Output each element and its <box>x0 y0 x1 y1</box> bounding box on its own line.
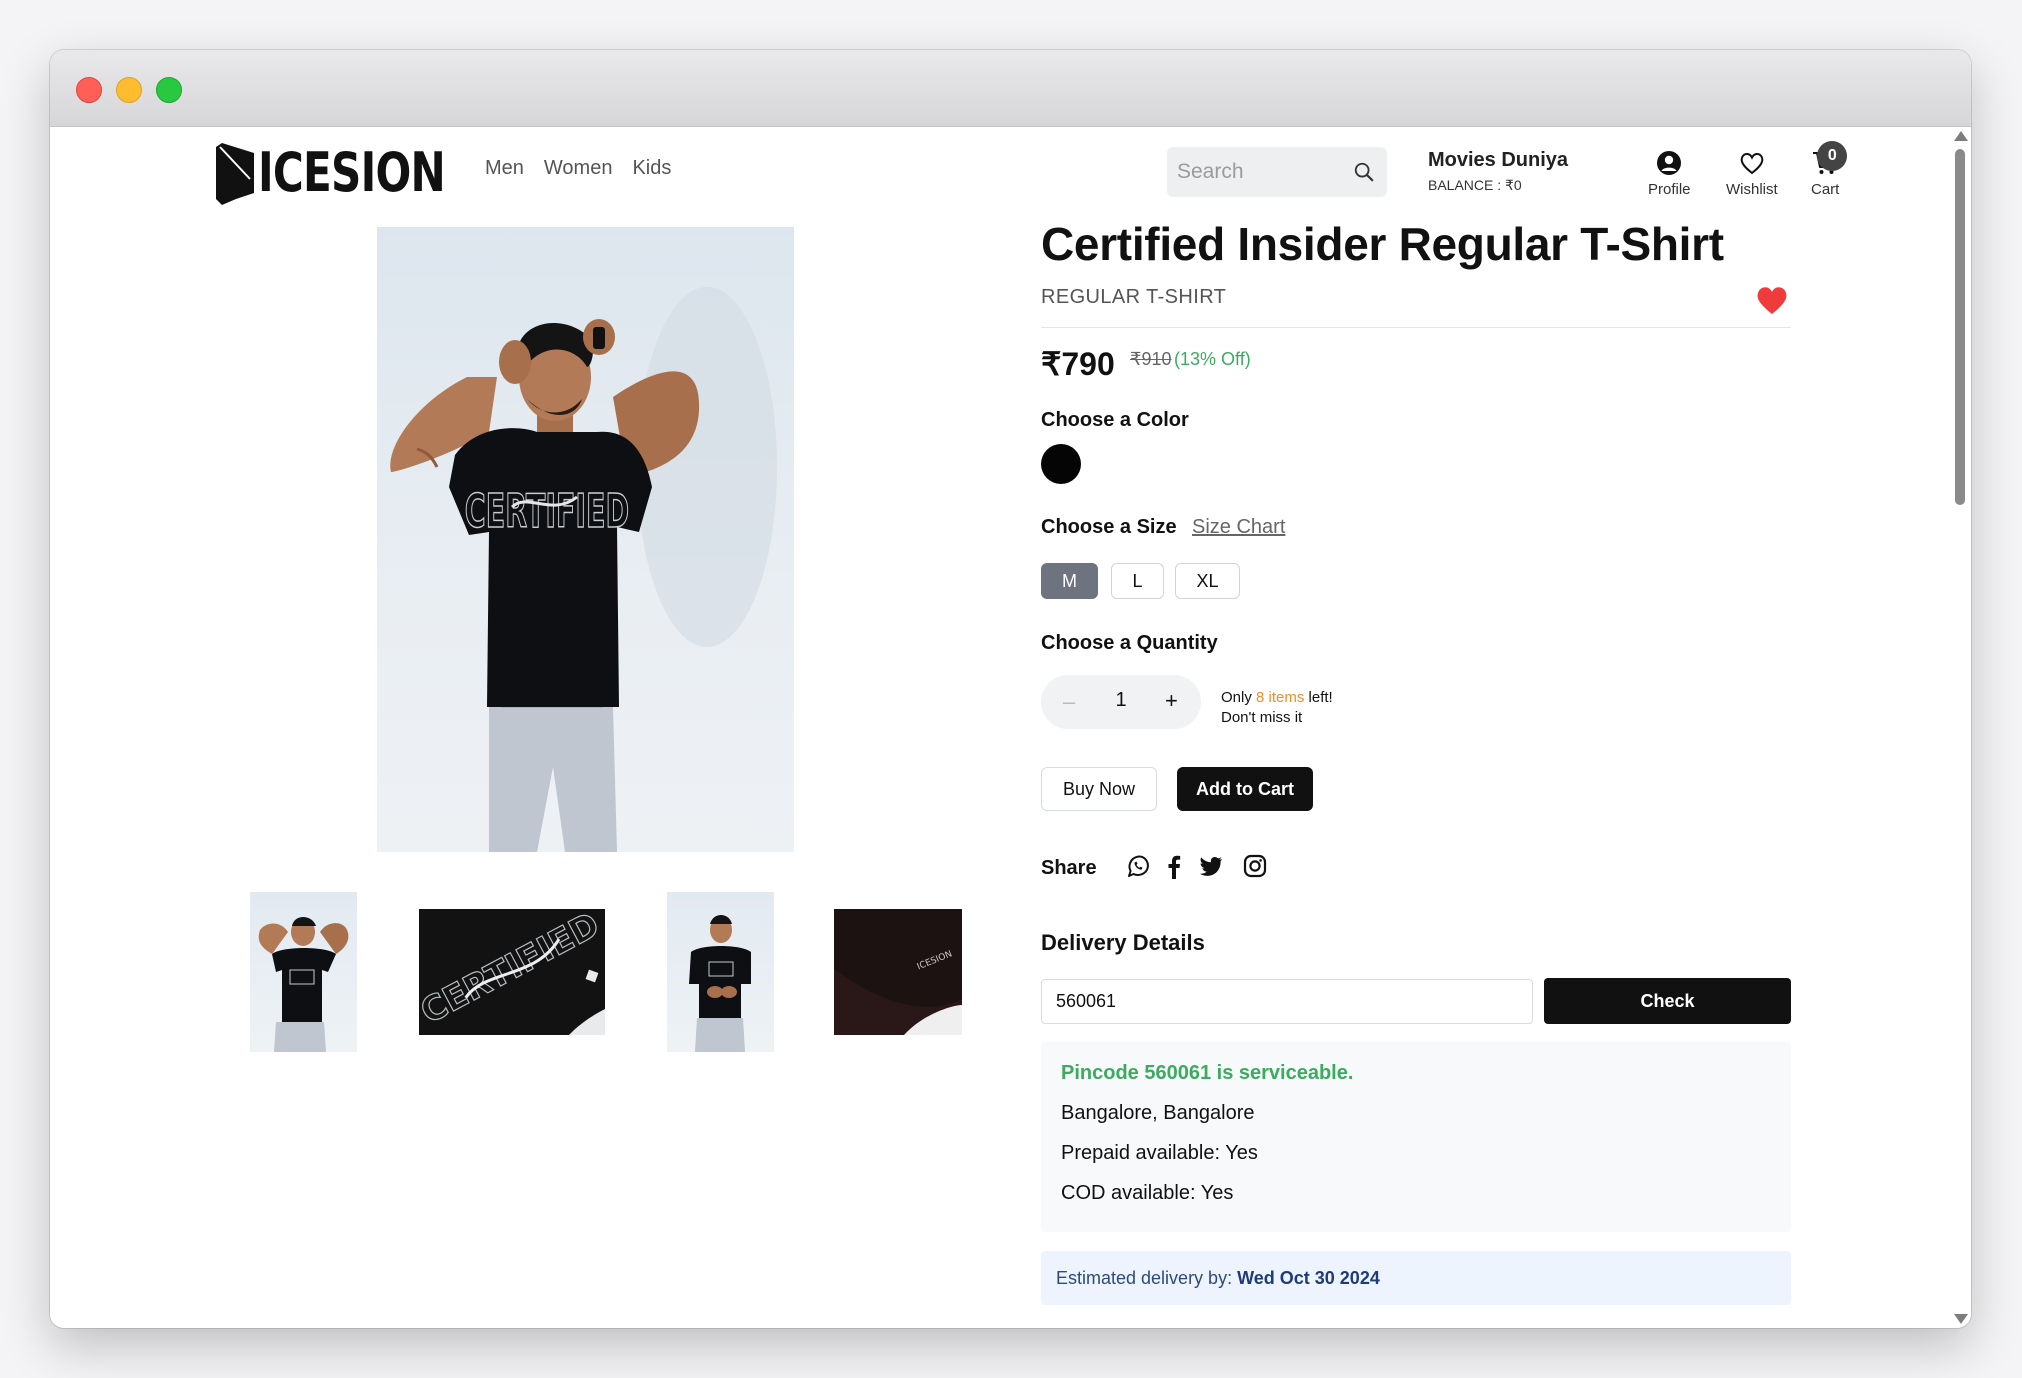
thumbnail-4[interactable]: ICESION <box>834 909 962 1035</box>
wishlist-button[interactable]: Wishlist <box>1726 149 1778 198</box>
discount-percent: (13% Off) <box>1174 349 1251 369</box>
quantity-stepper: – 1 + <box>1041 675 1201 729</box>
thumbnail-2[interactable]: CERTIFIED <box>419 909 605 1035</box>
size-chart-link[interactable]: Size Chart <box>1192 516 1285 539</box>
prepaid-availability: Prepaid available: Yes <box>1061 1142 1258 1164</box>
add-to-cart-button[interactable]: Add to Cart <box>1177 767 1313 811</box>
title-bar <box>50 50 1971 127</box>
maximize-window-button[interactable] <box>156 77 182 103</box>
scroll-up-arrow-icon[interactable] <box>1954 131 1968 141</box>
facebook-icon[interactable] <box>1161 853 1187 879</box>
delivery-city: Bangalore, Bangalore <box>1061 1102 1255 1124</box>
stock-count: 8 items <box>1256 689 1305 706</box>
thumbnail-photo <box>258 917 349 1052</box>
brand-name: ICESION <box>258 140 446 204</box>
estimated-delivery-banner: Estimated delivery by: Wed Oct 30 2024 <box>1041 1251 1791 1305</box>
cod-availability: COD available: Yes <box>1061 1182 1234 1204</box>
nav-women[interactable]: Women <box>544 157 613 180</box>
user-account-summary: Movies Duniya BALANCE : ₹0 <box>1428 149 1568 194</box>
color-label: Choose a Color <box>1041 409 1189 431</box>
profile-button[interactable]: Profile <box>1648 149 1691 198</box>
product-subtitle: REGULAR T-SHIRT <box>1041 286 1227 308</box>
quantity-increase-button[interactable]: + <box>1165 688 1178 714</box>
thumbnail-label-closeup: ICESION <box>834 909 962 1035</box>
main-product-image[interactable]: CERTIFIED <box>377 227 794 852</box>
quantity-value: 1 <box>1115 689 1127 711</box>
thumbnail-1[interactable] <box>250 892 357 1052</box>
stock-urgency-note: Don't miss it <box>1221 709 1303 726</box>
whatsapp-icon[interactable] <box>1125 853 1151 879</box>
serviceable-status: Pincode 560061 is serviceable. <box>1061 1062 1354 1084</box>
size-option-xl[interactable]: XL <box>1175 563 1240 599</box>
estimated-delivery-text: Estimated delivery by: Wed Oct 30 2024 <box>1056 1268 1380 1289</box>
wishlist-label: Wishlist <box>1726 181 1778 198</box>
size-option-m[interactable]: M <box>1041 563 1098 599</box>
instagram-icon[interactable] <box>1242 853 1268 879</box>
browser-window: ICESION Men Women Kids Movies Duniya BAL… <box>50 50 1971 1328</box>
size-option-l[interactable]: L <box>1111 563 1164 599</box>
title-divider <box>1041 327 1791 328</box>
color-swatch-black[interactable] <box>1041 444 1081 484</box>
logo-mark-icon <box>216 143 254 205</box>
stock-left-text: left! <box>1308 689 1333 706</box>
original-price: ₹910 <box>1130 349 1172 369</box>
twitter-icon[interactable] <box>1198 853 1224 879</box>
buy-now-button[interactable]: Buy Now <box>1041 767 1157 811</box>
wallet-balance: BALANCE : ₹0 <box>1428 177 1522 193</box>
size-label: Choose a Size <box>1041 516 1177 538</box>
pincode-input[interactable] <box>1041 979 1533 1024</box>
svg-text:CERTIFIED: CERTIFIED <box>465 485 629 539</box>
stock-notice: Only 8 items left! Don't miss it <box>1221 688 1333 728</box>
search-box <box>1167 147 1387 197</box>
delivery-heading: Delivery Details <box>1041 930 1205 955</box>
quantity-label: Choose a Quantity <box>1041 632 1218 654</box>
brand-logo[interactable]: ICESION <box>216 139 498 205</box>
model-photo: CERTIFIED <box>390 287 777 852</box>
wishlist-icon <box>1740 153 1764 175</box>
user-name: Movies Duniya <box>1428 149 1569 171</box>
stock-only-text: Only <box>1221 689 1252 706</box>
thumbnail-print-closeup: CERTIFIED <box>419 909 605 1035</box>
cart-count-badge: 0 <box>1817 141 1848 171</box>
close-window-button[interactable] <box>76 77 102 103</box>
scrollbar-thumb[interactable] <box>1955 149 1965 505</box>
page-viewport: ICESION Men Women Kids Movies Duniya BAL… <box>50 127 1971 1328</box>
cart-label: Cart <box>1811 181 1840 198</box>
vertical-scrollbar[interactable] <box>1949 127 1971 1328</box>
eta-date: Wed Oct 30 2024 <box>1237 1268 1380 1288</box>
scroll-down-arrow-icon[interactable] <box>1954 1314 1968 1324</box>
product-title: Certified Insider Regular T-Shirt <box>1041 218 1724 270</box>
main-nav: Men Women Kids <box>485 157 671 180</box>
cart-button[interactable]: Cart 0 <box>1811 141 1848 198</box>
serviceability-panel: Pincode 560061 is serviceable. Bangalore… <box>1041 1042 1791 1232</box>
search-input[interactable] <box>1167 147 1337 197</box>
eta-label: Estimated delivery by: <box>1056 1268 1233 1288</box>
profile-icon <box>1657 151 1682 175</box>
thumbnail-3[interactable] <box>667 892 774 1052</box>
nav-kids[interactable]: Kids <box>632 157 671 180</box>
check-pincode-button[interactable]: Check <box>1544 978 1791 1024</box>
minimize-window-button[interactable] <box>116 77 142 103</box>
share-label: Share <box>1041 857 1097 879</box>
thumbnail-photo <box>689 915 751 1052</box>
search-icon[interactable] <box>1353 161 1375 183</box>
profile-label: Profile <box>1648 181 1691 198</box>
selling-price: ₹790 <box>1041 346 1115 382</box>
quantity-decrease-button[interactable]: – <box>1063 689 1075 715</box>
heart-icon[interactable] <box>1756 285 1788 315</box>
nav-men[interactable]: Men <box>485 157 524 180</box>
